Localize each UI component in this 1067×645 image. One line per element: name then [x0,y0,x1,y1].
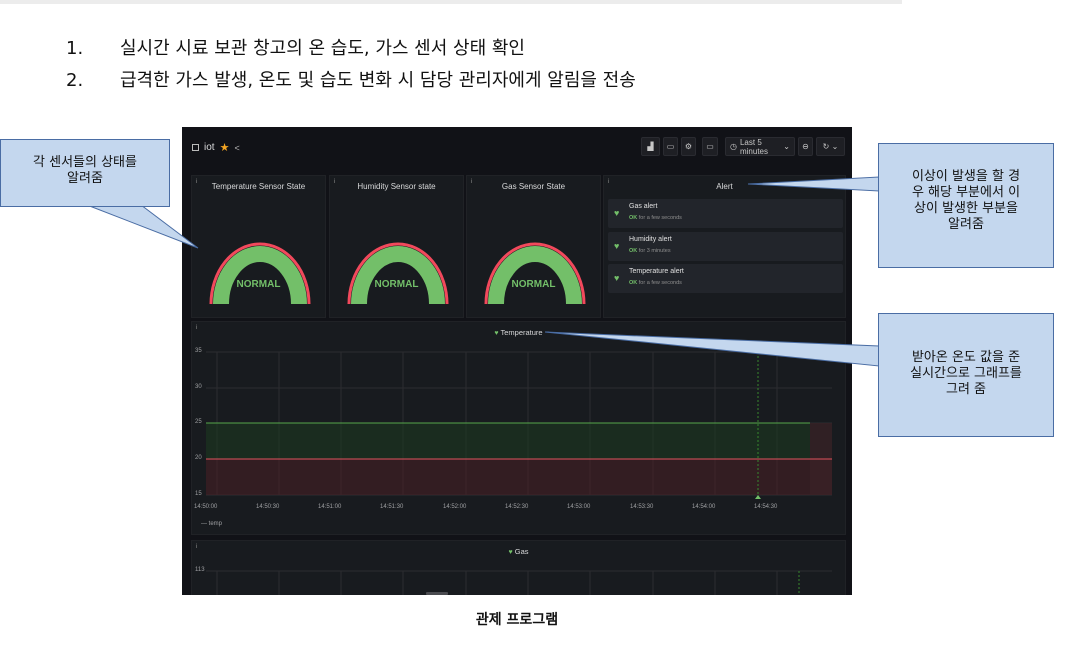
callout-text: 받아온 온도 값을 준 실시간으로 그래프를 그려 줌 [910,350,1022,397]
callout-text: 이상이 발생을 할 경 우 해당 부분에서 이 상이 발생한 부분을 알려줌 [911,169,1021,232]
figure-caption: 관제 프로그램 [475,612,559,628]
callout-sensor-state: 각 센서들의 상태를 알려줌 [0,139,170,207]
callout-alert: 이상이 발생을 할 경 우 해당 부분에서 이 상이 발생한 부분을 알려줌 [878,143,1054,268]
callout-graph: 받아온 온도 값을 준 실시간으로 그래프를 그려 줌 [878,313,1054,437]
callout-text: 각 센서들의 상태를 알려줌 [33,155,137,186]
